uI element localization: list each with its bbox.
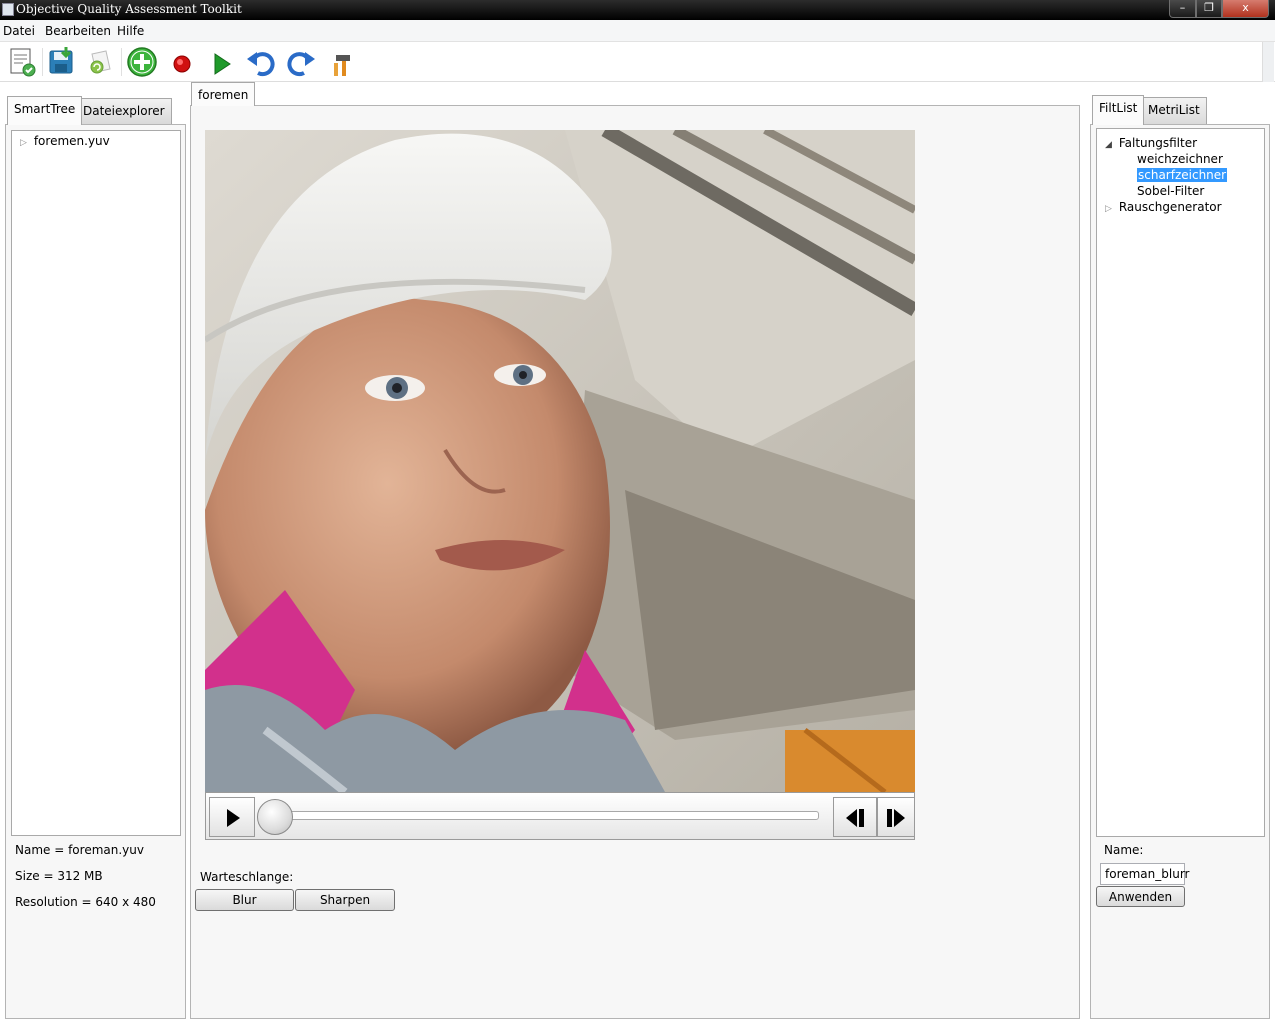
menu-datei[interactable]: Datei [3,24,35,38]
play-icon[interactable] [204,45,238,79]
tab-filtlist[interactable]: FiltList [1092,95,1145,125]
title-bar: Objective Quality Assessment Toolkit – ❐… [0,0,1275,20]
expand-arrow-icon[interactable]: ▷ [20,138,30,148]
info-size: Size = 312 MB [15,869,103,883]
refresh-document-icon[interactable] [84,45,118,79]
tree-group-label: Faltungsfilter [1118,136,1198,150]
video-frame [205,130,915,792]
filter-name-input[interactable]: foreman_blurr [1100,863,1189,885]
menu-bearbeiten[interactable]: Bearbeiten [45,24,111,38]
seek-slider-track[interactable] [268,811,819,820]
app-icon [2,3,14,16]
tree-group-rauschgenerator[interactable]: ▷ Rauschgenerator [1105,200,1222,214]
collapse-arrow-icon[interactable]: ◢ [1105,140,1115,150]
queue-label: Warteschlange: [200,870,294,884]
smarttree-view[interactable]: ▷ foremen.yuv [11,130,181,836]
undo-icon[interactable] [244,45,278,79]
new-document-icon[interactable] [5,45,39,79]
queue-blur-button[interactable]: Blur [195,889,294,911]
tree-item-weichzeichner[interactable]: weichzeichner [1137,152,1223,166]
add-icon[interactable] [125,45,159,79]
tab-foremen[interactable]: foremen [191,82,256,106]
play-icon [227,809,240,827]
save-icon[interactable] [45,45,79,79]
close-button[interactable]: x [1222,0,1269,18]
tree-item[interactable]: ▷ foremen.yuv [20,134,110,148]
expand-arrow-icon[interactable]: ▷ [1105,204,1115,214]
tree-item-label: foremen.yuv [33,134,110,148]
tab-metrilist[interactable]: MetriList [1141,97,1207,125]
left-panel: ▷ foremen.yuv Name = foreman.yuv Size = … [5,124,186,1019]
menu-hilfe[interactable]: Hilfe [117,24,144,38]
tree-group-label: Rauschgenerator [1118,200,1222,214]
tree-group-faltungsfilter[interactable]: ◢ Faltungsfilter [1105,136,1197,150]
info-name: Name = foreman.yuv [15,843,144,857]
toolbar-separator [121,48,122,76]
tab-smarttree[interactable]: SmartTree [7,96,83,125]
step-back-button[interactable] [833,797,877,837]
play-button[interactable] [209,797,255,837]
menu-bar: Datei Bearbeiten Hilfe [0,20,1275,42]
step-forward-icon [887,809,905,827]
info-resolution: Resolution = 640 x 480 [15,895,156,909]
queue-sharpen-button[interactable]: Sharpen [295,889,395,911]
tab-dateiexplorer[interactable]: Dateiexplorer [76,98,172,124]
hammer-icon[interactable] [325,45,359,79]
toolbar-overflow[interactable] [1262,42,1274,82]
redo-icon[interactable] [284,45,318,79]
step-forward-button[interactable] [877,797,915,837]
apply-button[interactable]: Anwenden [1096,886,1185,907]
maximize-button[interactable]: ❐ [1196,0,1222,18]
tree-item-scharfzeichner-selected[interactable]: scharfzeichner [1137,168,1228,182]
record-icon[interactable] [165,45,199,79]
seek-slider-thumb[interactable] [257,799,293,835]
tree-item-sobel-filter[interactable]: Sobel-Filter [1137,184,1204,198]
window-title: Objective Quality Assessment Toolkit [16,2,242,16]
filter-tree-view[interactable]: ◢ Faltungsfilter weichzeichner scharfzei… [1096,128,1265,837]
minimize-button[interactable]: – [1169,0,1196,18]
right-panel: ◢ Faltungsfilter weichzeichner scharfzei… [1090,124,1270,1019]
toolbar-separator [42,48,43,76]
name-label: Name: [1104,843,1144,857]
step-back-icon [846,809,864,827]
toolbar [0,42,1275,82]
